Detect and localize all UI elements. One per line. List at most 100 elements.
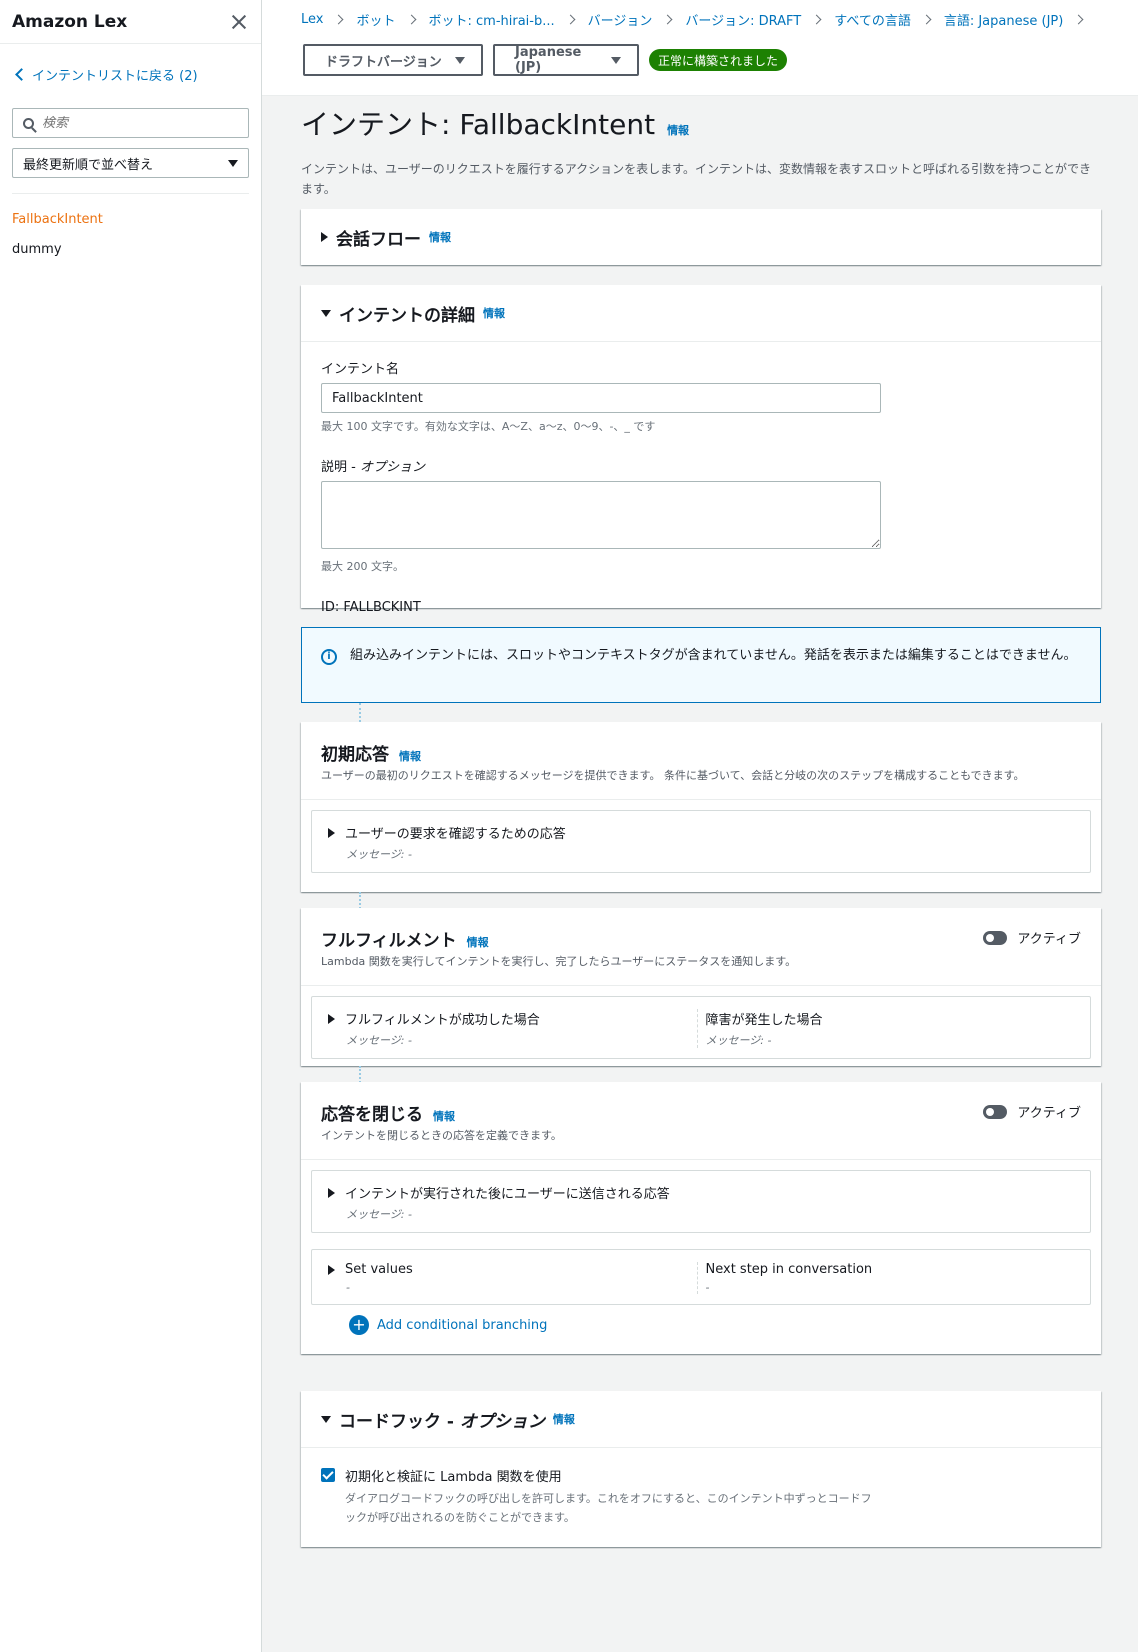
sidebar-item-fallbackintent[interactable]: FallbackIntent: [0, 204, 261, 234]
version-select[interactable]: ドラフトバージョン: [303, 44, 483, 76]
fulfillment-success-column: フルフィルメントが成功した場合 メッセージ: -: [328, 1009, 697, 1048]
fulfillment-title-row: フルフィルメント 情報: [321, 926, 1081, 951]
description-label: 説明 - オプション: [321, 456, 1081, 475]
breadcrumb-versions[interactable]: バージョン: [588, 10, 653, 29]
closing-response-card-title: インテントが実行された後にユーザーに送信される応答: [345, 1187, 670, 1202]
breadcrumb-all-languages[interactable]: すべての言語: [834, 10, 911, 29]
chevron-right-icon: [565, 14, 576, 25]
fulfillment-flow: フルフィルメントが成功した場合 メッセージ: - 障害が発生した場合 メッセージ…: [301, 985, 1101, 1069]
next-step-expand[interactable]: Next step in conversation: [706, 1262, 1075, 1277]
sidebar-item-dummy[interactable]: dummy: [0, 234, 261, 264]
close-icon[interactable]: [229, 12, 249, 32]
caret-right-icon: [328, 1264, 335, 1275]
fulfillment-active-toggle[interactable]: アクティブ: [983, 928, 1081, 947]
chevron-right-icon: [406, 14, 416, 25]
caret-down-icon: [228, 159, 238, 167]
info-link[interactable]: 情報: [483, 305, 505, 321]
main-area: Lex ボット ボット: cm-hirai-b... バージョン バージョン: …: [262, 0, 1138, 1652]
conversation-flow-toggle[interactable]: 会話フロー 情報: [301, 209, 1101, 265]
language-select[interactable]: Japanese (JP): [493, 44, 639, 76]
back-to-intent-list-link[interactable]: インテントリストに戻る (2): [0, 44, 261, 88]
fulfillment-card: フルフィルメントが成功した場合 メッセージ: - 障害が発生した場合 メッセージ…: [311, 996, 1091, 1059]
closing-response-description: インテントを閉じるときの応答を定義できます。: [321, 1129, 562, 1142]
code-hooks-toggle[interactable]: コードフック - オプション 情報: [301, 1391, 1101, 1447]
info-link[interactable]: 情報: [553, 1411, 575, 1427]
add-conditional-branching-button[interactable]: + Add conditional branching: [311, 1315, 1091, 1335]
next-step-title: Next step in conversation: [705, 1262, 873, 1277]
set-values-card: Set values - Next step in conversation -: [311, 1249, 1091, 1305]
fulfillment-title: フルフィルメント: [321, 931, 457, 951]
breadcrumb-version-draft[interactable]: バージョン: DRAFT: [685, 10, 801, 29]
intent-id: ID: FALLBCKINT: [321, 600, 421, 615]
chevron-right-icon: [662, 14, 673, 25]
language-select-value: Japanese (JP): [515, 45, 582, 75]
top-bar: Lex ボット ボット: cm-hirai-b... バージョン バージョン: …: [262, 0, 1138, 96]
initial-response-flow: ユーザーの要求を確認するための応答 メッセージ: -: [301, 799, 1101, 883]
info-link[interactable]: 情報: [399, 748, 421, 764]
search-input[interactable]: [42, 115, 222, 131]
info-link[interactable]: 情報: [433, 1108, 455, 1124]
code-hooks-title: コードフック - オプション: [339, 1407, 545, 1432]
chevron-right-icon: [334, 14, 344, 25]
info-link[interactable]: 情報: [467, 934, 489, 950]
conversation-flow-title: 会話フロー: [336, 229, 421, 250]
sort-select-value: 最終更新順で並べ替え: [23, 157, 154, 173]
page-title-text: インテント: FallbackIntent: [301, 108, 656, 141]
closing-response-title-row: 応答を閉じる 情報: [321, 1100, 1081, 1125]
fulfillment-failure-expand[interactable]: 障害が発生した場合: [706, 1009, 1075, 1028]
intent-search[interactable]: [12, 108, 249, 138]
sort-select[interactable]: 最終更新順で並べ替え: [12, 148, 249, 178]
sidebar-header: Amazon Lex: [0, 0, 261, 44]
lambda-checkbox-text: 初期化と検証に Lambda 関数を使用 ダイアログコードフックの呼び出しを許可…: [345, 1466, 875, 1527]
info-link[interactable]: 情報: [429, 229, 451, 245]
caret-down-icon: [321, 309, 331, 317]
lambda-checkbox[interactable]: [321, 1468, 335, 1482]
set-values-column: Set values -: [328, 1262, 697, 1294]
set-values-sub: -: [346, 1281, 350, 1294]
closing-response-expand[interactable]: インテントが実行された後にユーザーに送信される応答: [328, 1183, 1074, 1202]
initial-response-header: 初期応答 情報 ユーザーの最初のリクエストを確認するメッセージを提供できます。 …: [301, 722, 1101, 799]
back-link-label: インテントリストに戻る (2): [32, 68, 198, 84]
chevron-right-icon: [811, 14, 822, 25]
set-values-expand[interactable]: Set values: [328, 1262, 697, 1277]
page-title: インテント: FallbackIntent 情報: [301, 103, 1101, 143]
lambda-checkbox-description: ダイアログコードフックの呼び出しを許可します。これをオフにすると、このインテント…: [345, 1492, 872, 1524]
chevron-left-icon: [15, 67, 28, 81]
breadcrumb-language[interactable]: 言語: Japanese (JP): [944, 10, 1064, 29]
fulfillment-failure-column: 障害が発生した場合 メッセージ: -: [696, 1009, 1075, 1048]
fulfillment-success-sub: メッセージ: -: [346, 1034, 412, 1047]
intent-details-title: インテントの詳細: [339, 305, 475, 326]
content: インテント: FallbackIntent 情報 インテントは、ユーザーのリクエ…: [301, 100, 1101, 1547]
initial-response-expand[interactable]: ユーザーの要求を確認するための応答: [328, 823, 1074, 842]
breadcrumb-bot[interactable]: ボット: cm-hirai-b...: [429, 10, 555, 29]
intent-details-toggle[interactable]: インテントの詳細 情報: [301, 285, 1101, 341]
info-circle-icon: i: [321, 649, 337, 665]
closing-response-title: 応答を閉じる: [321, 1105, 423, 1125]
set-values-title: Set values: [345, 1262, 413, 1277]
fulfillment-panel: フルフィルメント 情報 Lambda 関数を実行してインテントを実行し、完了した…: [301, 908, 1101, 1066]
closing-response-card: インテントが実行された後にユーザーに送信される応答 メッセージ: -: [311, 1170, 1091, 1233]
search-icon: [23, 117, 34, 129]
next-step-sub: -: [705, 1281, 710, 1294]
initial-response-card-sub: メッセージ: -: [346, 848, 412, 861]
next-step-column: Next step in conversation -: [696, 1262, 1075, 1294]
code-hooks-body: 初期化と検証に Lambda 関数を使用 ダイアログコードフックの呼び出しを許可…: [301, 1447, 1101, 1543]
initial-response-description: ユーザーの最初のリクエストを確認するメッセージを提供できます。 条件に基づいて、…: [321, 769, 1025, 782]
info-link[interactable]: 情報: [667, 122, 689, 138]
closing-response-card-sub: メッセージ: -: [346, 1208, 412, 1221]
lambda-checkbox-row: 初期化と検証に Lambda 関数を使用 ダイアログコードフックの呼び出しを許可…: [321, 1466, 1081, 1527]
intent-name-input[interactable]: [321, 383, 881, 413]
intent-details-body: インテント名 最大 100 文字です。有効な文字は、A〜Z、a〜z、0〜9、-、…: [301, 341, 1101, 631]
breadcrumb-lex[interactable]: Lex: [301, 12, 323, 27]
breadcrumb-bots[interactable]: ボット: [356, 10, 395, 29]
toggle-switch[interactable]: [983, 1104, 1008, 1119]
code-hooks-title-optional: オプション: [459, 1411, 545, 1432]
closing-response-active-toggle[interactable]: アクティブ: [983, 1102, 1081, 1121]
caret-right-icon: [328, 827, 335, 838]
description-textarea[interactable]: [321, 481, 881, 549]
intent-name-label: インテント名: [321, 362, 400, 377]
toggle-switch[interactable]: [983, 930, 1008, 945]
fulfillment-success-expand[interactable]: フルフィルメントが成功した場合: [328, 1009, 697, 1028]
closing-response-toggle-label: アクティブ: [1017, 1106, 1081, 1121]
initial-response-title-row: 初期応答 情報: [321, 740, 1081, 765]
